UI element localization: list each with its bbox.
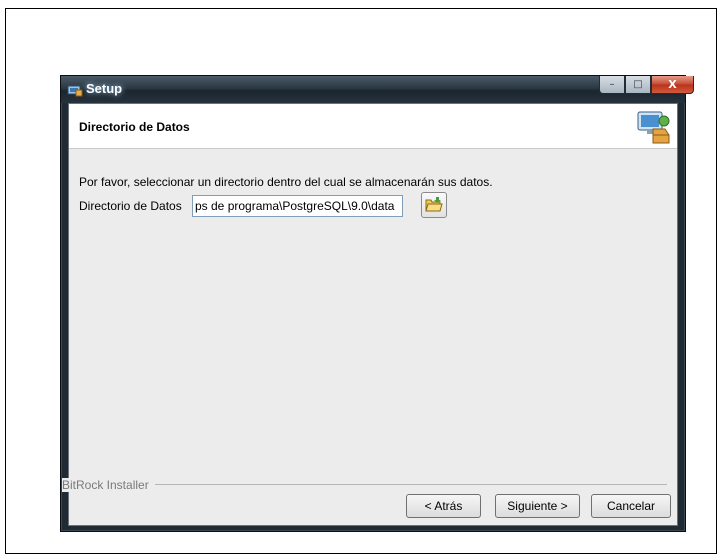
wizard-panel: Directorio de Datos Por favor, seleccion… xyxy=(62,103,678,526)
data-directory-label: Directorio de Datos xyxy=(79,199,182,213)
data-directory-input[interactable]: ps de programa\PostgreSQL\9.0\data xyxy=(192,195,403,217)
window-title: Setup xyxy=(86,81,123,96)
installer-divider xyxy=(68,484,667,485)
minimize-button[interactable]: – xyxy=(599,76,625,94)
setup-window: Setup – □ X Directorio de Datos Por favo… xyxy=(60,75,694,532)
title-bar[interactable]: Setup – □ X xyxy=(61,76,694,103)
setup-icon xyxy=(67,82,83,97)
next-button[interactable]: Siguiente > xyxy=(495,494,580,518)
instruction-text: Por favor, seleccionar un directorio den… xyxy=(79,175,493,189)
cancel-button[interactable]: Cancelar xyxy=(591,494,671,518)
maximize-button[interactable]: □ xyxy=(625,76,651,94)
computer-install-icon xyxy=(635,109,671,145)
browse-folder-button[interactable] xyxy=(421,192,447,218)
close-button[interactable]: X xyxy=(651,76,694,94)
back-button[interactable]: < Atrás xyxy=(406,494,481,518)
installer-label: BitRock Installer xyxy=(62,478,155,492)
wizard-header: Directorio de Datos xyxy=(69,104,677,149)
data-directory-value: ps de programa\PostgreSQL\9.0\data xyxy=(195,199,395,213)
page-title: Directorio de Datos xyxy=(79,120,190,134)
